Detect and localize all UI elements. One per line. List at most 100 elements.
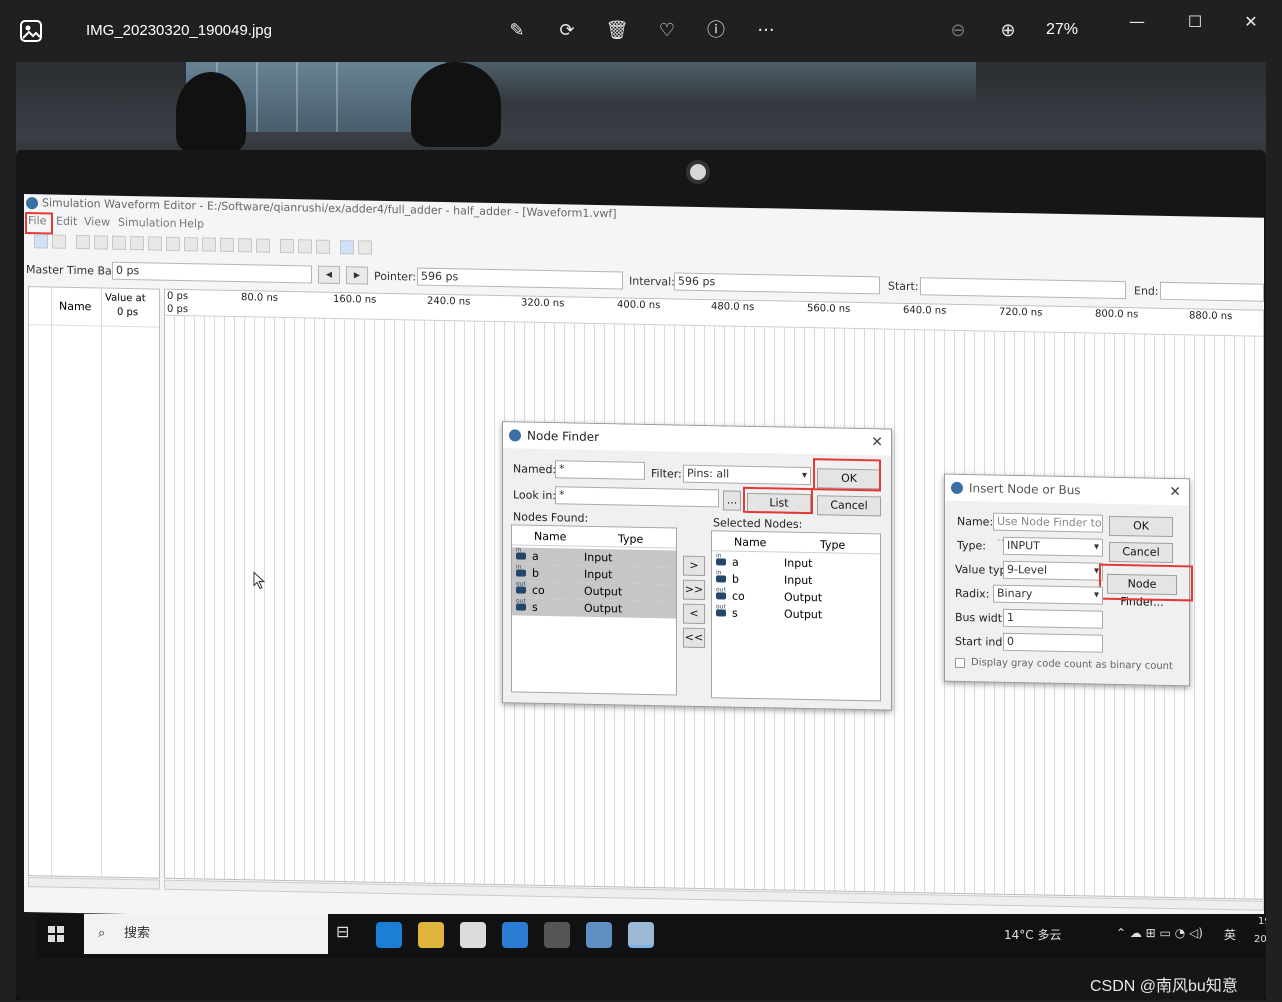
next-transition-button[interactable]: ▶ (346, 266, 368, 285)
arbitrary-value-icon[interactable] (220, 237, 234, 253)
windows-taskbar: ⌕ 搜索 ⊟ 14°C 多云 ⌃ ☁ ⊞ ▭ ◔ ◁) 英 19 2023 (36, 914, 1266, 958)
invert-icon[interactable] (166, 236, 180, 251)
search-icon: ⌕ (98, 926, 106, 941)
pointer-field: 596 ps (417, 267, 623, 290)
quartus-taskbar-icon[interactable] (628, 922, 654, 948)
favorite-icon[interactable]: ♡ (654, 18, 680, 44)
interval-label: Interval: (629, 274, 675, 289)
node-name-input[interactable]: Use Node Finder to ... (993, 512, 1103, 544)
task-view-icon[interactable]: ⊟ (336, 922, 349, 941)
insert-node-title: Insert Node or Bus (969, 481, 1081, 498)
weak-high-icon[interactable] (148, 236, 162, 251)
nodes-found-list[interactable]: Name Type in a Input in b Input out co Output … (511, 524, 677, 696)
ime-indicator[interactable]: 英 (1224, 926, 1236, 943)
start-index-input[interactable]: 0 (1003, 632, 1103, 653)
previous-transition-button[interactable]: ◀ (318, 265, 340, 285)
node-type: Input (584, 567, 613, 582)
list-item[interactable]: out s Output (712, 603, 880, 624)
filter-select[interactable]: Pins: all (683, 464, 811, 486)
person-silhouette (411, 62, 501, 147)
more-icon[interactable]: ··· (753, 18, 779, 44)
named-input[interactable]: * (555, 460, 645, 480)
signal-name-column: Name Value at 0 ps (28, 286, 160, 879)
edge-icon[interactable] (376, 922, 402, 948)
input-pin-icon: in (516, 563, 526, 577)
maximize-button[interactable]: ☐ (1180, 10, 1210, 34)
value-header: Value at (105, 292, 146, 305)
mail-icon[interactable] (502, 922, 528, 948)
close-icon[interactable]: ✕ (871, 429, 883, 455)
close-button[interactable]: ✕ (1236, 10, 1266, 34)
windows-start-icon[interactable] (48, 926, 64, 942)
settings-icon[interactable] (544, 922, 570, 948)
clock-icon[interactable] (202, 237, 216, 252)
info-icon[interactable]: ⓘ (703, 18, 729, 44)
minimize-button[interactable]: — (1122, 10, 1152, 34)
add-selected-button[interactable]: > (683, 555, 705, 577)
menu-edit[interactable]: Edit (56, 215, 77, 228)
menu-view[interactable]: View (84, 215, 110, 229)
taskbar-search[interactable]: ⌕ 搜索 (84, 914, 328, 954)
search-text: 搜索 (124, 926, 151, 941)
node-finder-title: Node Finder (527, 428, 600, 445)
list-item[interactable]: out s Output (512, 597, 676, 619)
edit-image-icon[interactable]: ✎ (504, 18, 530, 44)
browse-button[interactable]: ... (723, 490, 741, 511)
random-value-icon[interactable] (238, 238, 252, 253)
rotate-icon[interactable]: ⟳ (554, 18, 580, 44)
zoom-tool-icon[interactable] (52, 234, 66, 249)
named-label: Named: (513, 462, 557, 477)
delete-icon[interactable]: 🗑 (604, 18, 630, 44)
insert-cancel-button[interactable]: Cancel (1109, 541, 1173, 564)
name-scrollbar[interactable] (28, 877, 160, 890)
menu-help[interactable]: Help (179, 217, 204, 230)
insert-ok-button[interactable]: OK (1109, 515, 1173, 538)
master-time-bar-field[interactable]: 0 ps (112, 261, 312, 284)
zoom-out-icon[interactable]: ⊖ (945, 18, 971, 44)
bus-width-label: Bus widt (955, 610, 1003, 625)
high-impedance-icon[interactable] (112, 235, 126, 250)
type-col-header: Type (820, 538, 846, 552)
pointer-label: Pointer: (374, 269, 417, 284)
gray-code-checkbox[interactable] (955, 657, 965, 669)
clock-date: 2023 (1254, 934, 1266, 945)
quartus-icon (509, 429, 521, 442)
ruler-tick: 640.0 ns (903, 304, 947, 317)
forcing-high-icon[interactable] (94, 235, 108, 250)
selected-nodes-list[interactable]: Name Type in a Input in b Input out co Output … (711, 530, 881, 702)
grid-icon[interactable] (358, 240, 372, 255)
add-all-button[interactable]: >> (683, 579, 705, 601)
remove-selected-button[interactable]: < (683, 603, 705, 625)
tray-icons[interactable]: ⌃ ☁ ⊞ ▭ ◔ ◁) (1116, 926, 1203, 940)
menu-simulation[interactable]: Simulation (118, 216, 177, 230)
bus-width-input[interactable]: 1 (1003, 608, 1103, 629)
node-name: s (732, 606, 738, 620)
clock-time: 19 (1258, 916, 1266, 927)
timing-sim-icon[interactable] (298, 239, 312, 254)
look-in-input[interactable]: * (555, 486, 719, 508)
weak-low-icon[interactable] (130, 236, 144, 251)
close-icon[interactable]: ✕ (1169, 479, 1181, 505)
forcing-low-icon[interactable] (76, 234, 90, 250)
remove-all-button[interactable]: << (683, 627, 705, 649)
zoom-in-icon[interactable]: ⊕ (995, 18, 1021, 44)
mouse-cursor-icon (253, 571, 266, 590)
value-type-select[interactable]: 9-Level (1003, 560, 1103, 581)
node-name: co (732, 589, 745, 603)
highlight-box (25, 212, 53, 235)
snap-grid-icon[interactable] (340, 240, 354, 255)
netlist-sim-icon[interactable] (316, 239, 330, 254)
select-tool-icon[interactable] (34, 234, 48, 249)
remote-desktop-icon[interactable] (586, 922, 612, 948)
weather-widget[interactable]: 14°C 多云 (1004, 926, 1061, 943)
radix-select[interactable]: Binary (993, 584, 1103, 605)
type-select[interactable]: INPUT (1003, 536, 1103, 557)
overwrite-icon[interactable] (256, 238, 270, 253)
store-icon[interactable] (460, 922, 486, 948)
file-explorer-icon[interactable] (418, 922, 444, 948)
functional-sim-icon[interactable] (280, 238, 294, 254)
count-value-icon[interactable] (184, 237, 198, 252)
node-finder-cancel-button[interactable]: Cancel (817, 495, 881, 517)
name-header: Name (59, 299, 92, 314)
type-label: Type: (957, 538, 986, 553)
